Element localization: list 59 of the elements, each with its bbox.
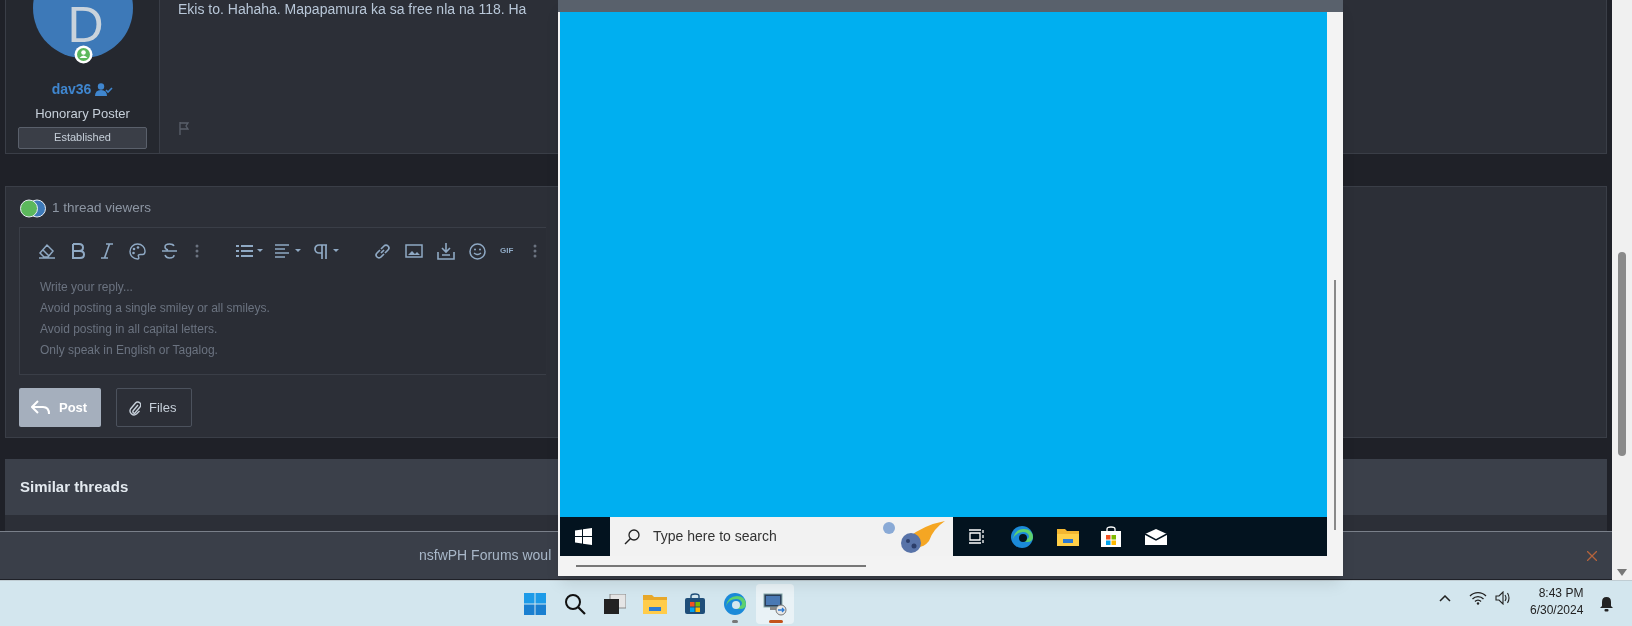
user-check-icon — [95, 83, 114, 96]
store-icon[interactable] — [1100, 525, 1122, 548]
wifi-icon[interactable] — [1469, 591, 1487, 605]
notification-bell-icon[interactable] — [1600, 596, 1613, 612]
chevron-up-icon[interactable] — [1439, 594, 1451, 602]
cookie-notice-text: nsfwPH Forums woul — [419, 546, 552, 565]
link-icon[interactable] — [374, 242, 391, 260]
user-title: Honorary Poster — [35, 105, 130, 123]
list-icon[interactable] — [236, 244, 263, 258]
horizontal-scrollbar-thumb[interactable] — [576, 565, 866, 567]
folder-icon — [642, 593, 668, 615]
remote-search-field[interactable]: Type here to search — [610, 517, 953, 556]
reply-icon — [31, 399, 51, 416]
reply-input-field[interactable]: Write your reply... Avoid posting a single smiley or all smileys. Avoid posting in all capital letters. Only speak in English or Tagalog. — [20, 274, 546, 374]
paragraph-icon[interactable] — [314, 243, 340, 259]
avatar-letter: D — [67, 0, 104, 50]
clock-time[interactable]: 8:43 PM — [1538, 585, 1584, 602]
bold-icon[interactable] — [71, 243, 85, 259]
more-icon[interactable] — [195, 244, 199, 258]
palette-icon[interactable] — [129, 242, 146, 260]
reply-editor[interactable]: GIF Write your reply... Avoid posting a single smiley or all smileys. Avoid posting in all capital letters. Only speak in English or Tagalog. — [19, 227, 546, 375]
search-icon — [624, 528, 640, 545]
align-icon[interactable] — [275, 244, 302, 258]
search-icon — [564, 593, 586, 615]
download-icon[interactable] — [437, 242, 455, 260]
clock-date[interactable]: 6/30/2024 — [1530, 602, 1584, 619]
browser-icon — [723, 592, 747, 616]
scroll-down-icon[interactable] — [1617, 569, 1627, 576]
strikethrough-icon[interactable] — [161, 243, 178, 259]
mail-icon[interactable] — [1144, 527, 1168, 546]
store-icon — [684, 593, 706, 615]
taskbar-app-button[interactable] — [756, 584, 794, 624]
page-scrollbar[interactable] — [1612, 0, 1632, 580]
viewer-avatars-icon — [19, 198, 47, 218]
close-icon[interactable] — [1587, 551, 1597, 561]
task-view-icon[interactable] — [969, 529, 985, 544]
more-icon[interactable] — [533, 244, 538, 258]
post-message: Ekis to. Hahaha. Mapapamura ka sa free nla na 118. Ha — [178, 0, 528, 19]
speaker-icon[interactable] — [1495, 591, 1512, 605]
task-view-icon — [604, 594, 626, 614]
username[interactable]: dav36 — [51, 79, 92, 100]
windows-start-icon[interactable] — [575, 528, 592, 545]
image-icon[interactable] — [405, 244, 423, 258]
smiley-icon[interactable] — [469, 242, 486, 260]
similar-threads-title: Similar threads — [20, 476, 129, 497]
remote-desktop-icon — [763, 592, 787, 616]
start-icon — [524, 593, 546, 615]
thread-viewers-count[interactable]: 1 thread viewers — [52, 197, 152, 219]
user-banner: Established — [18, 126, 147, 149]
files-button[interactable]: Files — [116, 388, 192, 427]
italic-icon[interactable] — [101, 243, 113, 259]
paperclip-icon — [129, 399, 141, 416]
browser-icon[interactable] — [1010, 524, 1034, 549]
eraser-icon[interactable] — [38, 243, 56, 259]
online-status-icon — [73, 45, 93, 64]
gif-button[interactable]: GIF — [500, 245, 514, 257]
folder-icon[interactable] — [1056, 526, 1080, 547]
vertical-scrollbar-thumb[interactable] — [1334, 280, 1336, 530]
scrollbar-thumb[interactable] — [1618, 252, 1626, 456]
